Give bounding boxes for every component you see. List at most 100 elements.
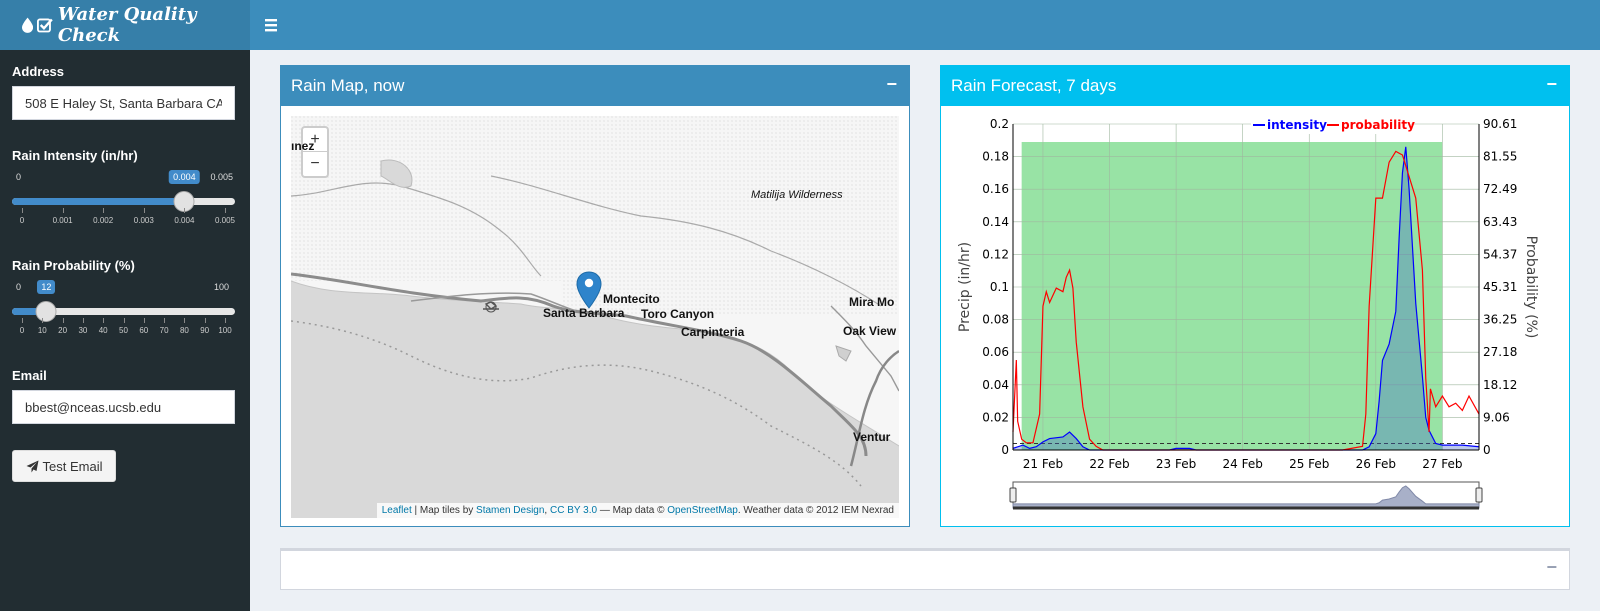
y2-tick-label: 45.31 bbox=[1483, 280, 1517, 294]
slider-tick bbox=[225, 318, 226, 323]
intensity-slider[interactable]: 0 0.005 0.004 0 0.001 0.002 0.003 0.004 0.005 bbox=[12, 170, 236, 228]
slider-tick-label: 40 bbox=[98, 326, 108, 335]
test-email-button[interactable]: Test Email bbox=[12, 450, 116, 482]
sidebar: Address Rain Intensity (in/hr) 0 0.005 0… bbox=[0, 50, 250, 611]
slider-value: 12 bbox=[37, 280, 56, 294]
address-label: Address bbox=[12, 64, 65, 79]
place-label: Oak View bbox=[843, 324, 897, 338]
x-tick-label: 22 Feb bbox=[1089, 457, 1129, 471]
y-tick-label: 0.14 bbox=[982, 215, 1009, 229]
slider-tick-label: 0.002 bbox=[93, 216, 114, 225]
place-label: Mira Mo bbox=[849, 295, 895, 309]
rain-forecast-title: Rain Forecast, 7 days bbox=[951, 76, 1117, 95]
slider-tick bbox=[62, 318, 64, 323]
email-input[interactable] bbox=[12, 390, 235, 424]
y-tick-label: 0.2 bbox=[990, 117, 1009, 131]
slider-tick-label: 0 bbox=[19, 326, 25, 335]
y2-tick-label: 0 bbox=[1483, 443, 1491, 457]
test-email-label: Test Email bbox=[42, 458, 103, 474]
slider-value: 0.004 bbox=[169, 170, 200, 184]
slider-tick bbox=[42, 318, 44, 323]
y2-tick-label: 36.25 bbox=[1483, 313, 1517, 327]
collapse-button[interactable]: − bbox=[886, 74, 897, 95]
collapse-button[interactable]: − bbox=[1546, 557, 1557, 578]
place-label: Toro Canyon bbox=[641, 307, 715, 321]
x-tick-label: 27 Feb bbox=[1422, 457, 1462, 471]
y-tick-label: 0 bbox=[1001, 443, 1009, 457]
slider-tick bbox=[82, 318, 84, 323]
check-square-icon bbox=[37, 18, 53, 33]
slider-tick-label: 20 bbox=[58, 326, 68, 335]
place-label: Montecito bbox=[603, 292, 660, 306]
slider-tick bbox=[62, 208, 64, 213]
x-tick-label: 24 Feb bbox=[1222, 457, 1262, 471]
rain-map-header: Rain Map, now − bbox=[281, 66, 909, 106]
rain-map[interactable]: + − ınez Matilija Wilderness Montecito S… bbox=[291, 116, 899, 518]
probability-slider[interactable]: 0 100 12 0 10 20 30 40 50 60 70 80 90 100 bbox=[12, 280, 235, 338]
slider-tick-label: 70 bbox=[159, 326, 169, 335]
range-handle-left[interactable] bbox=[1009, 487, 1017, 503]
app-title: Water Quality Check bbox=[57, 4, 197, 46]
y-tick-label: 0.04 bbox=[982, 378, 1009, 392]
slider-tick bbox=[204, 318, 206, 323]
rain-forecast-header: Rain Forecast, 7 days − bbox=[941, 66, 1569, 106]
slider-tick-label: 60 bbox=[139, 326, 149, 335]
bottom-box: − bbox=[280, 548, 1570, 590]
slider-tick bbox=[164, 318, 166, 323]
y2-tick-label: 81.55 bbox=[1483, 150, 1517, 164]
stamen-link[interactable]: Stamen Design bbox=[476, 505, 544, 516]
slider-tick bbox=[184, 208, 186, 213]
slider-tick bbox=[123, 318, 125, 323]
place-label: Carpinteria bbox=[681, 325, 745, 339]
hamburger-menu-icon[interactable] bbox=[262, 16, 282, 34]
rain-map-title: Rain Map, now bbox=[291, 76, 405, 95]
slider-tick bbox=[22, 318, 23, 323]
y-tick-label: 0.12 bbox=[982, 247, 1009, 261]
forecast-chart[interactable]: 0 0.02 0.04 0.06 0.08 0.1 0.12 0.14 0.16 0.18 0.2 0… bbox=[951, 116, 1559, 526]
slider-tick bbox=[143, 208, 145, 213]
location-marker-icon[interactable] bbox=[576, 271, 602, 309]
address-input[interactable] bbox=[12, 86, 235, 120]
water-drop-icon bbox=[22, 17, 34, 33]
legend-intensity-label: intensity bbox=[1267, 118, 1327, 132]
y2-tick-label: 63.43 bbox=[1483, 215, 1517, 229]
y2-tick-label: 72.49 bbox=[1483, 182, 1517, 196]
map-attribution: Leaflet | Map tiles by Stamen Design, CC… bbox=[376, 503, 899, 518]
slider-min: 0 bbox=[16, 172, 22, 182]
x-tick-label: 23 Feb bbox=[1156, 457, 1196, 471]
osm-link[interactable]: OpenStreetMap bbox=[667, 505, 738, 516]
y2-tick-label: 90.61 bbox=[1483, 117, 1517, 131]
x-tick-label: 26 Feb bbox=[1356, 457, 1396, 471]
y2-tick-label: 18.12 bbox=[1483, 378, 1517, 392]
slider-tick-label: 50 bbox=[119, 326, 128, 335]
cc-link[interactable]: CC BY 3.0 bbox=[550, 505, 597, 516]
intensity-label: Rain Intensity (in/hr) bbox=[12, 148, 138, 163]
y-tick-label: 0.06 bbox=[982, 345, 1009, 359]
slider-tick bbox=[22, 208, 23, 213]
slider-tick bbox=[143, 318, 145, 323]
range-handle-right[interactable] bbox=[1475, 487, 1483, 503]
app-logo[interactable]: Water Quality Check bbox=[0, 0, 250, 50]
y-axis-label: Precip (in/hr) bbox=[957, 242, 973, 332]
leaflet-link[interactable]: Leaflet bbox=[382, 505, 412, 516]
y-tick-label: 0.02 bbox=[982, 410, 1009, 424]
x-tick-label: 25 Feb bbox=[1289, 457, 1329, 471]
slider-min: 0 bbox=[16, 282, 22, 292]
slider-tick-label: 0.001 bbox=[52, 216, 73, 225]
email-label: Email bbox=[12, 368, 47, 383]
rain-map-box: Rain Map, now − + − ınez Matilija Wilder… bbox=[280, 65, 910, 527]
place-label: Matilija Wilderness bbox=[751, 189, 843, 201]
slider-tick bbox=[225, 208, 226, 213]
slider-ticks bbox=[12, 208, 235, 214]
slider-ticks bbox=[12, 318, 235, 324]
place-label: ınez bbox=[291, 139, 315, 153]
x-tick-label: 21 Feb bbox=[1023, 457, 1063, 471]
slider-max: 100 bbox=[213, 282, 229, 292]
place-label: Santa Barbara bbox=[543, 306, 625, 320]
slider-tick-label: 0.005 bbox=[214, 216, 236, 225]
collapse-button[interactable]: − bbox=[1546, 74, 1557, 95]
forecast-chart-svg[interactable]: 0 0.02 0.04 0.06 0.08 0.1 0.12 0.14 0.16 0.18 0.2 0… bbox=[951, 116, 1559, 526]
zoom-out-button[interactable]: − bbox=[303, 152, 327, 176]
slider-tick-label: 0.003 bbox=[133, 216, 154, 225]
slider-tick-label: 80 bbox=[179, 326, 189, 335]
